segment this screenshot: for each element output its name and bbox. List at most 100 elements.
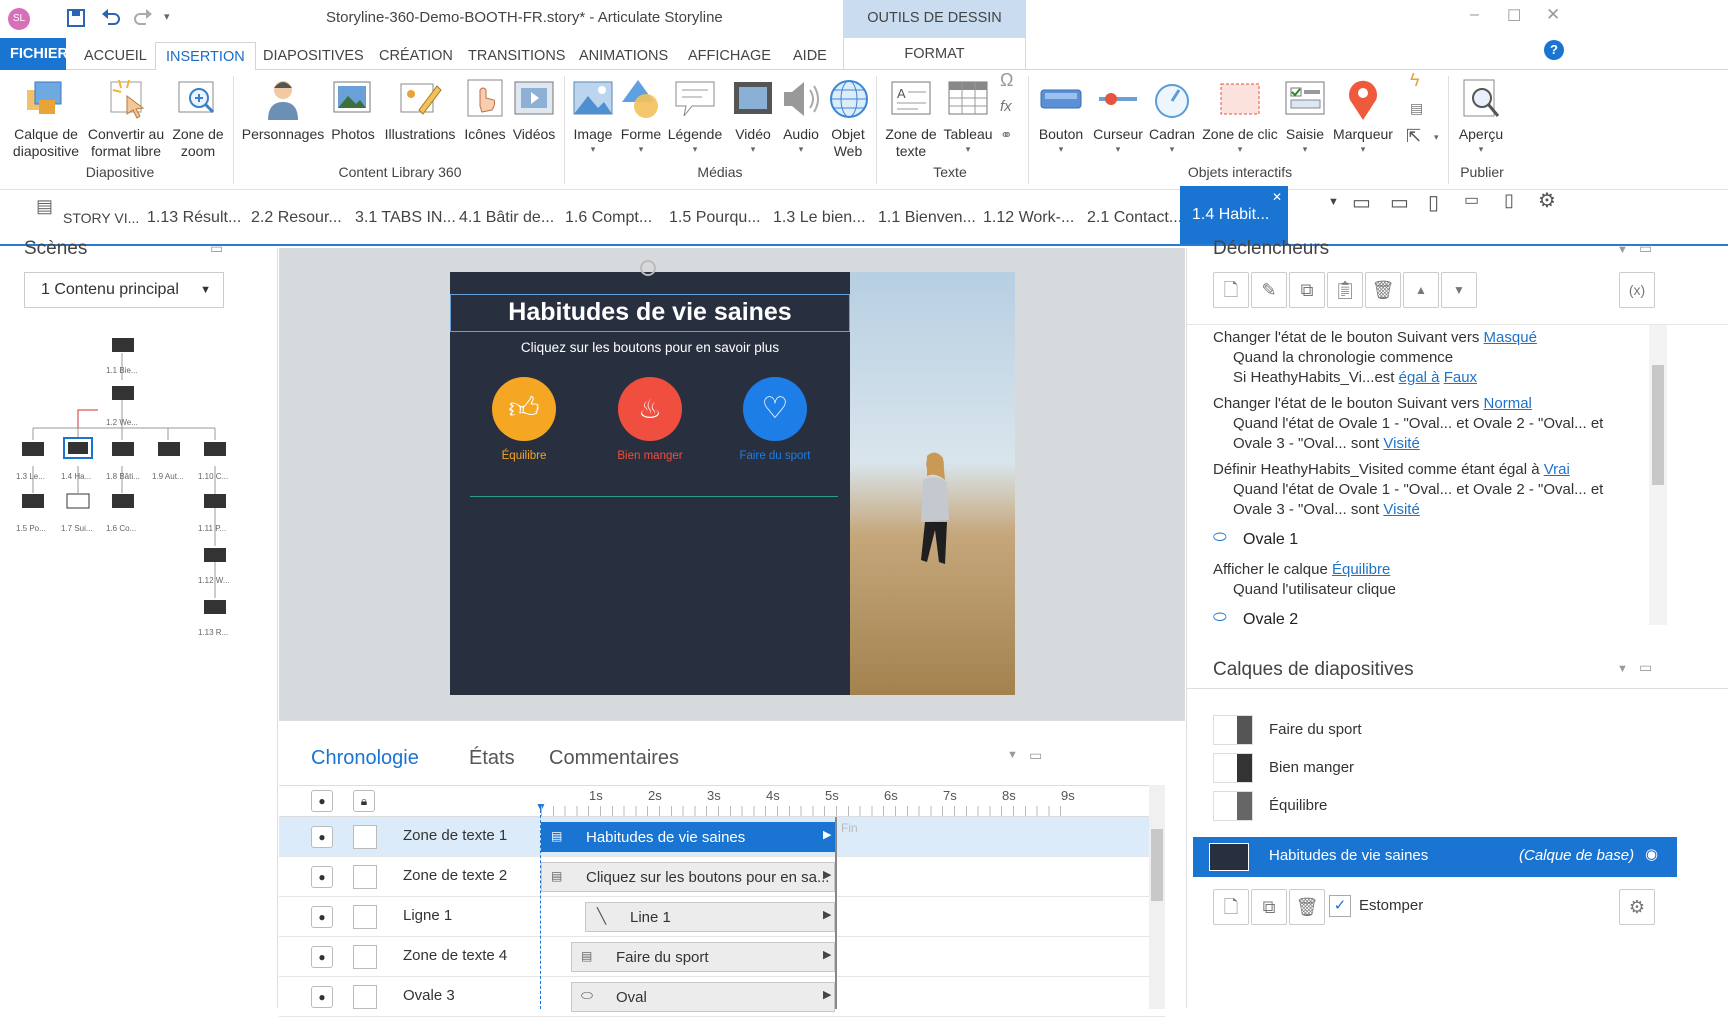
slider-button[interactable]: Curseur ▾ bbox=[1090, 76, 1146, 154]
panel-float-icon[interactable]: ▭ bbox=[210, 240, 223, 257]
lock-checkbox[interactable] bbox=[353, 825, 377, 849]
marker-button[interactable]: Marqueur ▾ bbox=[1330, 76, 1396, 154]
label-bien-manger[interactable]: Bien manger bbox=[600, 450, 700, 462]
trigger-link[interactable]: Vrai bbox=[1544, 461, 1570, 478]
panel-menu-icon[interactable]: ▼ bbox=[1617, 663, 1628, 675]
close-tab-icon[interactable]: ✕ bbox=[1272, 168, 1282, 226]
layer-item[interactable]: Équilibre bbox=[1187, 791, 1728, 829]
divider-line[interactable] bbox=[470, 496, 838, 497]
audio-button[interactable]: Audio ▾ bbox=[778, 76, 824, 154]
slide-tab[interactable]: 1.13 Résult... bbox=[147, 202, 241, 234]
new-layer-icon[interactable]: 🗋︎ bbox=[1213, 889, 1249, 925]
image-button[interactable]: Image ▾ bbox=[570, 76, 616, 154]
slide-tab[interactable]: 1.12 Work-... bbox=[983, 202, 1074, 234]
icons-button[interactable]: Icônes bbox=[462, 76, 508, 143]
timeline-scrollbar[interactable] bbox=[1149, 785, 1165, 1009]
paste-trigger-icon[interactable]: 📋︎ bbox=[1327, 272, 1363, 308]
slide-tab[interactable]: 2.2 Resour... bbox=[251, 202, 342, 234]
gear-icon[interactable]: ⚙ bbox=[1538, 188, 1556, 213]
tab-affichage[interactable]: AFFICHAGE bbox=[678, 42, 781, 70]
timeline-row[interactable]: ● Ovale 3 Oval ⬭ ▶ bbox=[279, 977, 1165, 1017]
tab-fichier[interactable]: FICHIER bbox=[0, 38, 68, 70]
rotate-handle-icon[interactable] bbox=[640, 260, 656, 276]
layout-icon[interactable]: ▤ bbox=[1410, 100, 1423, 117]
callout-button[interactable]: Légende ▾ bbox=[666, 76, 724, 154]
tablet-landscape-icon[interactable]: ▭ bbox=[1390, 190, 1409, 215]
trigger-item[interactable]: Changer l'état de le bouton Suivant vers… bbox=[1213, 329, 1537, 346]
layer-item[interactable]: Faire du sport bbox=[1187, 715, 1728, 753]
data-entry-button[interactable]: Saisie ▾ bbox=[1282, 76, 1328, 154]
tab-aide[interactable]: AIDE bbox=[783, 42, 837, 70]
eye-icon[interactable]: ● bbox=[311, 790, 333, 812]
panel-menu-icon[interactable]: ▼ bbox=[1617, 244, 1628, 256]
trigger-item[interactable]: Afficher le calque Équilibre bbox=[1213, 561, 1390, 578]
close-button[interactable]: ✕ bbox=[1546, 5, 1560, 25]
delete-trigger-icon[interactable]: 🗑︎ bbox=[1365, 272, 1401, 308]
trigger-item[interactable]: Changer l'état de le bouton Suivant vers… bbox=[1213, 395, 1532, 412]
label-equilibre[interactable]: Équilibre bbox=[474, 450, 574, 462]
trigger-link[interactable]: Masqué bbox=[1484, 329, 1537, 346]
variables-icon[interactable]: (x) bbox=[1619, 272, 1655, 308]
panel-float-icon[interactable]: ▭ bbox=[1029, 747, 1042, 764]
slide-tab[interactable]: 1.5 Pourqu... bbox=[669, 202, 761, 234]
text-box-button[interactable]: A Zone de texte bbox=[882, 76, 940, 160]
move-up-icon[interactable]: ▲ bbox=[1403, 272, 1439, 308]
lock-checkbox[interactable] bbox=[353, 905, 377, 929]
oval-button-equilibre[interactable]: 👍︎ bbox=[492, 377, 556, 441]
tab-creation[interactable]: CRÉATION bbox=[369, 42, 463, 70]
avatar[interactable]: SL bbox=[8, 8, 30, 30]
tabs-dropdown-icon[interactable]: ▼ bbox=[1328, 196, 1339, 208]
trigger-link[interactable]: Faux bbox=[1444, 369, 1477, 386]
slide-tab[interactable]: 1.1 Bienven... bbox=[878, 202, 976, 234]
timeline-row[interactable]: ● Ligne 1 Line 1 ╲ ▶ bbox=[279, 897, 1165, 937]
panel-menu-icon[interactable]: ▼ bbox=[1007, 749, 1018, 761]
lock-icon[interactable]: 🔒︎ bbox=[353, 790, 375, 812]
layer-settings-icon[interactable]: ⚙ bbox=[1619, 889, 1655, 925]
dim-checkbox[interactable]: ✓ bbox=[1329, 895, 1351, 917]
video-button[interactable]: Vidéo ▾ bbox=[730, 76, 776, 154]
lock-checkbox[interactable] bbox=[353, 985, 377, 1009]
layer-item[interactable]: Bien manger bbox=[1187, 753, 1728, 791]
slide[interactable]: Habitudes de vie saines Cliquez sur les … bbox=[450, 260, 1015, 695]
delete-layer-icon[interactable]: 🗑︎ bbox=[1289, 889, 1325, 925]
trigger-link[interactable]: Visité bbox=[1383, 501, 1419, 518]
copy-trigger-icon[interactable]: ⧉ bbox=[1289, 272, 1325, 308]
eye-icon[interactable]: ● bbox=[311, 826, 333, 848]
trigger-link[interactable]: Visité bbox=[1383, 435, 1419, 452]
symbol-icon[interactable]: Ω bbox=[1000, 70, 1013, 91]
trigger-object-heading[interactable]: Ovale 1 bbox=[1243, 531, 1298, 549]
eye-icon[interactable]: ● bbox=[311, 946, 333, 968]
button-button[interactable]: Bouton ▾ bbox=[1034, 76, 1088, 154]
timeline-bar[interactable]: Faire du sport bbox=[571, 942, 835, 972]
help-icon[interactable]: ? bbox=[1544, 40, 1564, 60]
shape-button[interactable]: Forme ▾ bbox=[618, 76, 664, 154]
cursor-icon[interactable]: ⇱ bbox=[1406, 126, 1421, 147]
web-object-button[interactable]: Objet Web bbox=[826, 76, 870, 160]
quick-access-dropdown-icon[interactable]: ▾ bbox=[164, 10, 170, 23]
lock-checkbox[interactable] bbox=[353, 865, 377, 889]
panel-float-icon[interactable]: ▭ bbox=[1639, 240, 1652, 257]
eye-icon[interactable]: ◉ bbox=[1645, 845, 1658, 863]
table-button[interactable]: Tableau ▾ bbox=[942, 76, 994, 154]
zoom-region-button[interactable]: Zone de zoom bbox=[168, 76, 228, 160]
slide-layer-button[interactable]: Calque de diapositive bbox=[8, 76, 84, 160]
tab-format[interactable]: FORMAT bbox=[843, 38, 1026, 70]
phone-landscape-icon[interactable]: ▭ bbox=[1464, 190, 1479, 210]
timeline-bar[interactable]: Habitudes de vie saines bbox=[541, 822, 835, 852]
photos-button[interactable]: Photos bbox=[328, 76, 378, 143]
tab-transitions[interactable]: TRANSITIONS bbox=[458, 42, 575, 70]
lock-checkbox[interactable] bbox=[353, 945, 377, 969]
tab-story-view[interactable]: STORY VI... bbox=[63, 202, 139, 234]
tab-insertion[interactable]: INSERTION bbox=[155, 42, 256, 71]
equation-icon[interactable]: fx bbox=[1000, 98, 1012, 115]
maximize-button[interactable]: ☐ bbox=[1507, 6, 1521, 26]
timeline-bar[interactable]: Line 1 bbox=[585, 902, 835, 932]
new-trigger-icon[interactable]: 🗋︎ bbox=[1213, 272, 1249, 308]
characters-button[interactable]: Personnages bbox=[240, 76, 326, 143]
hyperlink-icon[interactable]: ⚭ bbox=[1000, 126, 1013, 144]
tab-commentaires[interactable]: Commentaires bbox=[549, 747, 679, 770]
edit-trigger-icon[interactable]: ✎ bbox=[1251, 272, 1287, 308]
convert-freeform-button[interactable]: Convertir au format libre bbox=[86, 76, 166, 160]
illustrations-button[interactable]: Illustrations bbox=[380, 76, 460, 143]
scroll-thumb[interactable] bbox=[1151, 829, 1163, 901]
